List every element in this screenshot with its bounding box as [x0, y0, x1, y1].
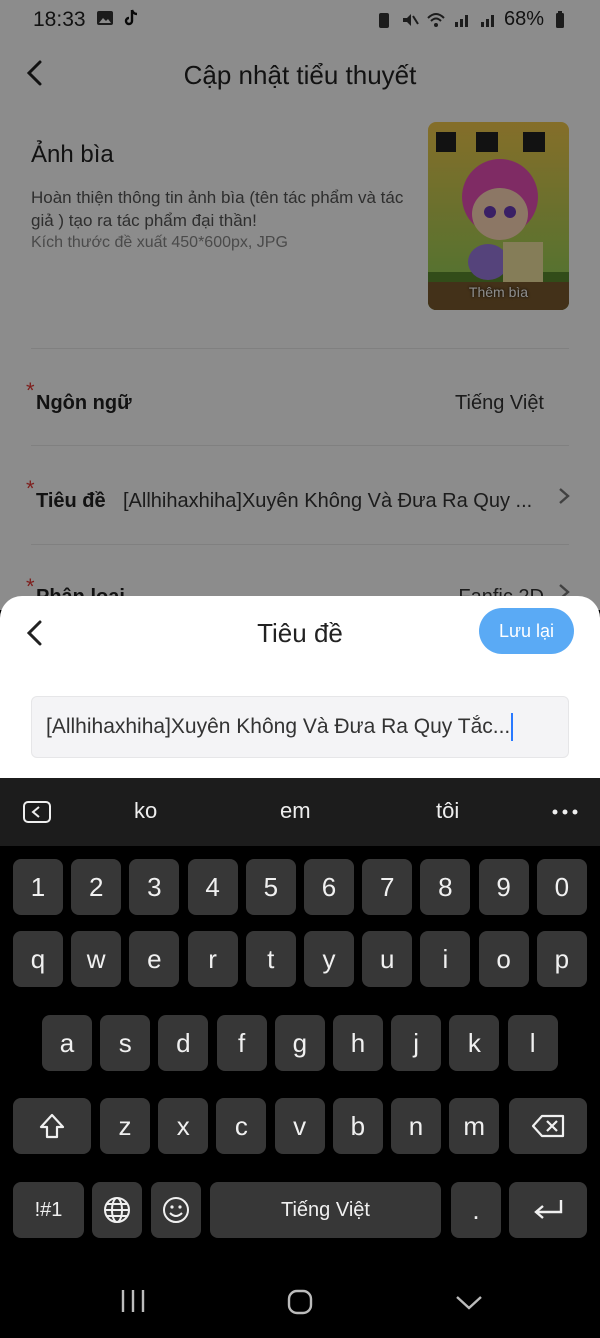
key-s[interactable]: s — [100, 1015, 151, 1071]
key-y[interactable]: y — [304, 931, 354, 987]
key-6[interactable]: 6 — [304, 859, 354, 915]
recent-apps-icon[interactable] — [118, 1288, 148, 1314]
key-3[interactable]: 3 — [129, 859, 180, 915]
key-8[interactable]: 8 — [420, 859, 471, 915]
key-z[interactable]: z — [100, 1098, 150, 1154]
modal-overlay[interactable] — [0, 0, 600, 610]
key-a[interactable]: a — [42, 1015, 92, 1071]
key-x[interactable]: x — [158, 1098, 209, 1154]
shift-key[interactable] — [13, 1098, 91, 1154]
symbols-key[interactable]: !#1 — [13, 1182, 84, 1238]
emoji-key[interactable] — [151, 1182, 201, 1238]
key-n[interactable]: n — [391, 1098, 441, 1154]
key-f[interactable]: f — [216, 1015, 267, 1071]
title-edit-sheet: Tiêu đề Lưu lại [Allhihaxhiha]Xuyên Khôn… — [0, 596, 600, 778]
key-d[interactable]: d — [158, 1015, 209, 1071]
title-input-value: [Allhihaxhiha]Xuyên Không Và Đưa Ra Quy … — [46, 715, 511, 738]
key-j[interactable]: j — [391, 1015, 442, 1071]
keyboard-toolbar-icon[interactable] — [22, 800, 52, 824]
shift-icon — [39, 1113, 65, 1139]
title-input[interactable]: [Allhihaxhiha]Xuyên Không Và Đưa Ra Quy … — [31, 696, 569, 758]
key-2[interactable]: 2 — [71, 859, 122, 915]
navigation-bar — [0, 1258, 600, 1338]
key-i[interactable]: i — [420, 931, 471, 987]
space-key[interactable]: Tiếng Việt — [210, 1182, 441, 1238]
key-h[interactable]: h — [333, 1015, 383, 1071]
suggestion-2[interactable]: em — [280, 798, 311, 824]
enter-icon — [534, 1200, 563, 1219]
more-options-icon[interactable] — [552, 808, 578, 816]
globe-icon — [104, 1197, 130, 1223]
suggestion-bar: ko em tôi — [0, 778, 600, 846]
key-k[interactable]: k — [449, 1015, 500, 1071]
language-key[interactable] — [92, 1182, 142, 1238]
backspace-key[interactable] — [509, 1098, 587, 1154]
key-t[interactable]: t — [245, 931, 296, 987]
backspace-icon — [531, 1114, 565, 1138]
key-p[interactable]: p — [536, 931, 587, 987]
suggestion-3[interactable]: tôi — [436, 798, 459, 824]
key-v[interactable]: v — [274, 1098, 325, 1154]
keyboard: ko em tôi 1234567890 qwertyuiop asdfghjkl z… — [0, 778, 600, 1258]
key-w[interactable]: w — [71, 931, 122, 987]
save-button[interactable]: Lưu lại — [479, 608, 574, 654]
key-7[interactable]: 7 — [362, 859, 413, 915]
enter-key[interactable] — [509, 1182, 587, 1238]
text-cursor — [511, 713, 514, 741]
period-key[interactable]: . — [451, 1182, 501, 1238]
key-5[interactable]: 5 — [245, 859, 296, 915]
key-o[interactable]: o — [478, 931, 529, 987]
key-b[interactable]: b — [332, 1098, 383, 1154]
key-c[interactable]: c — [216, 1098, 267, 1154]
key-q[interactable]: q — [13, 931, 63, 987]
key-g[interactable]: g — [274, 1015, 325, 1071]
key-0[interactable]: 0 — [536, 859, 587, 915]
key-9[interactable]: 9 — [478, 859, 529, 915]
key-4[interactable]: 4 — [187, 859, 238, 915]
key-e[interactable]: e — [129, 931, 180, 987]
key-1[interactable]: 1 — [13, 859, 63, 915]
suggestion-1[interactable]: ko — [134, 798, 157, 824]
key-u[interactable]: u — [362, 931, 413, 987]
emoji-icon — [163, 1197, 189, 1223]
home-icon[interactable] — [286, 1288, 314, 1316]
key-m[interactable]: m — [449, 1098, 500, 1154]
key-r[interactable]: r — [187, 931, 238, 987]
hide-keyboard-icon[interactable] — [454, 1294, 484, 1312]
key-l[interactable]: l — [507, 1015, 558, 1071]
